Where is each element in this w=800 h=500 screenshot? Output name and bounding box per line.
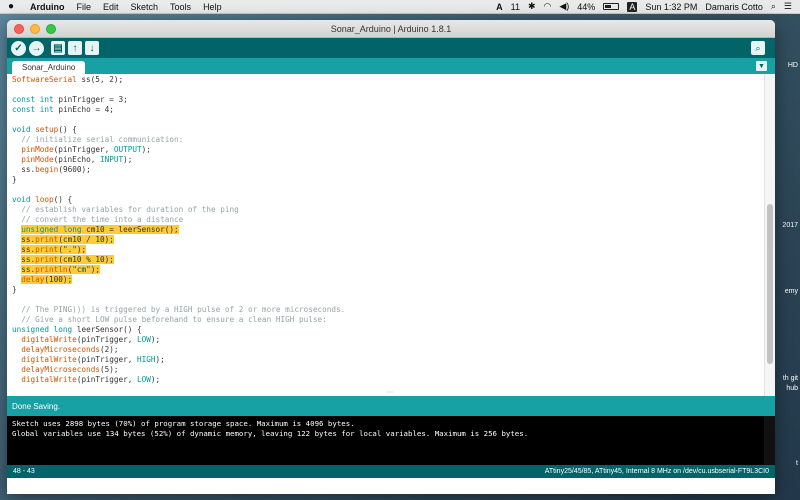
code-line[interactable]: pinMode(pinTrigger, OUTPUT);	[12, 145, 345, 155]
console-line: Sketch uses 2898 bytes (70%) of program …	[12, 419, 355, 428]
board-info: ATtiny25/45/85, ATtiny45, Internal 8 MHz…	[544, 468, 769, 475]
wifi-icon[interactable]: ◠	[544, 1, 552, 12]
code-line[interactable]: // initialize serial communication:	[12, 135, 345, 145]
menu-user[interactable]: Damaris Cotto	[705, 2, 763, 12]
code-line[interactable]: // The PING))) is triggered by a HIGH pu…	[12, 305, 345, 315]
desktop-label: emy	[784, 288, 798, 295]
save-sketch-button[interactable]: ↓	[85, 41, 99, 55]
code-line[interactable]: ss.print(".");	[12, 245, 345, 255]
tab-sonar-arduino[interactable]: Sonar_Arduino	[12, 61, 86, 74]
status-strip: Done Saving.	[7, 396, 775, 416]
input-source-icon[interactable]: A	[627, 1, 638, 12]
code-line[interactable]: SoftwareSerial ss(5, 2);	[12, 75, 345, 85]
volume-icon[interactable]: ◀)	[559, 1, 569, 12]
arduino-window: Sonar_Arduino | Arduino 1.8.1 ✓ → ▤ ↑ ↓ …	[7, 20, 775, 494]
code-line[interactable]: // convert the time into a distance	[12, 215, 345, 225]
minimize-window-button[interactable]	[30, 23, 40, 34]
status-message: Done Saving.	[12, 401, 61, 411]
code-line[interactable]: }	[12, 285, 345, 295]
code-line[interactable]	[12, 85, 345, 95]
title-bar[interactable]: Sonar_Arduino | Arduino 1.8.1	[7, 20, 775, 38]
desktop-label: t	[796, 460, 798, 467]
maximize-window-button[interactable]	[46, 23, 56, 34]
code-line[interactable]: delayMicroseconds(2);	[12, 345, 345, 355]
editor-scrollbar[interactable]	[764, 74, 775, 396]
menu-sketch[interactable]: Sketch	[131, 2, 159, 12]
menu-bar-status: A 11 ✱ ◠ ◀) 44% A Sun 1:32 PM Damaris Co…	[496, 1, 800, 12]
code-line[interactable]: }	[12, 175, 345, 185]
code-line[interactable]: void loop() {	[12, 195, 345, 205]
apple-menu-icon[interactable]: ●	[8, 1, 20, 12]
menu-tools[interactable]: Tools	[170, 2, 191, 12]
menu-app-name[interactable]: Arduino	[30, 2, 65, 12]
code-line[interactable]	[12, 115, 345, 125]
close-window-button[interactable]	[14, 23, 24, 34]
code-line[interactable]: ss.print(cm10 / 10);	[12, 235, 345, 245]
editor-scroll-thumb[interactable]	[767, 204, 773, 364]
code-line[interactable]: digitalWrite(pinTrigger, LOW);	[12, 335, 345, 345]
code-line[interactable]: ss.begin(9600);	[12, 165, 345, 175]
bluetooth-icon[interactable]: ✱	[528, 1, 536, 12]
code-line[interactable]: digitalWrite(pinTrigger, HIGH);	[12, 355, 345, 365]
code-line[interactable]: unsigned long cm10 = leerSensor();	[12, 225, 345, 235]
notification-count[interactable]: 11	[511, 2, 520, 12]
code-line[interactable]: unsigned long tiempo = pulseIn(pinEcho, …	[12, 395, 345, 396]
toolbar: ✓ → ▤ ↑ ↓ ⌕	[7, 38, 775, 58]
code-line[interactable]: unsigned long leerSensor() {	[12, 325, 345, 335]
adobe-icon[interactable]: A	[496, 2, 503, 12]
split-handle-icon[interactable]: ⋯	[387, 389, 393, 396]
code-line[interactable]: const int pinEcho = 4;	[12, 105, 345, 115]
code-line[interactable]: // Give a short LOW pulse beforehand to …	[12, 315, 345, 325]
code-line[interactable]: delay(100);	[12, 275, 345, 285]
code-editor[interactable]: SoftwareSerial ss(5, 2); const int pinTr…	[7, 74, 775, 396]
code-line[interactable]	[12, 295, 345, 305]
code-content[interactable]: SoftwareSerial ss(5, 2); const int pinTr…	[12, 75, 345, 396]
code-line[interactable]: ss.print(cm10 % 10);	[12, 255, 345, 265]
window-controls	[14, 23, 56, 34]
tab-bar: Sonar_Arduino ▼	[7, 58, 775, 74]
upload-button[interactable]: →	[29, 40, 44, 56]
code-line[interactable]: // establish variables for duration of t…	[12, 205, 345, 215]
notification-center-icon[interactable]: ☰	[784, 1, 792, 12]
desktop-label: HD	[787, 62, 798, 69]
tab-menu-chevron-down-icon[interactable]: ▼	[756, 61, 767, 71]
code-line[interactable]: ss.println("cm");	[12, 265, 345, 275]
console-output[interactable]: Sketch uses 2898 bytes (70%) of program …	[7, 416, 775, 465]
battery-percent[interactable]: 44%	[577, 2, 595, 12]
desktop-label: 2017	[782, 222, 798, 229]
code-line[interactable]: digitalWrite(pinTrigger, LOW);	[12, 375, 345, 385]
menu-file[interactable]: File	[77, 2, 92, 12]
bottom-status-bar: 48 - 43 ATtiny25/45/85, ATtiny45, Intern…	[7, 465, 775, 478]
desktop-label: hub	[786, 385, 798, 392]
line-range: 48 - 43	[13, 468, 35, 475]
menu-help[interactable]: Help	[203, 2, 222, 12]
menu-bar: ● Arduino File Edit Sketch Tools Help A …	[0, 0, 800, 14]
verify-button[interactable]: ✓	[11, 40, 26, 56]
code-line[interactable]: pinMode(pinEcho, INPUT);	[12, 155, 345, 165]
code-line[interactable]	[12, 385, 345, 395]
window-title: Sonar_Arduino | Arduino 1.8.1	[330, 23, 452, 34]
code-line[interactable]: void setup() {	[12, 125, 345, 135]
new-sketch-button[interactable]: ▤	[51, 41, 65, 55]
console-line: Global variables use 134 bytes (52%) of …	[12, 429, 529, 438]
serial-monitor-button[interactable]: ⌕	[751, 41, 765, 55]
open-sketch-button[interactable]: ↑	[68, 41, 82, 55]
code-line[interactable]: const int pinTrigger = 3;	[12, 95, 345, 105]
code-line[interactable]	[12, 185, 345, 195]
console-scrollbar[interactable]	[764, 416, 775, 465]
desktop-label: th git	[782, 375, 798, 382]
menu-clock[interactable]: Sun 1:32 PM	[645, 2, 697, 12]
code-line[interactable]: delayMicroseconds(5);	[12, 365, 345, 375]
search-icon[interactable]: ⌕	[771, 1, 776, 12]
battery-icon[interactable]	[603, 3, 620, 10]
menu-edit[interactable]: Edit	[103, 2, 119, 12]
